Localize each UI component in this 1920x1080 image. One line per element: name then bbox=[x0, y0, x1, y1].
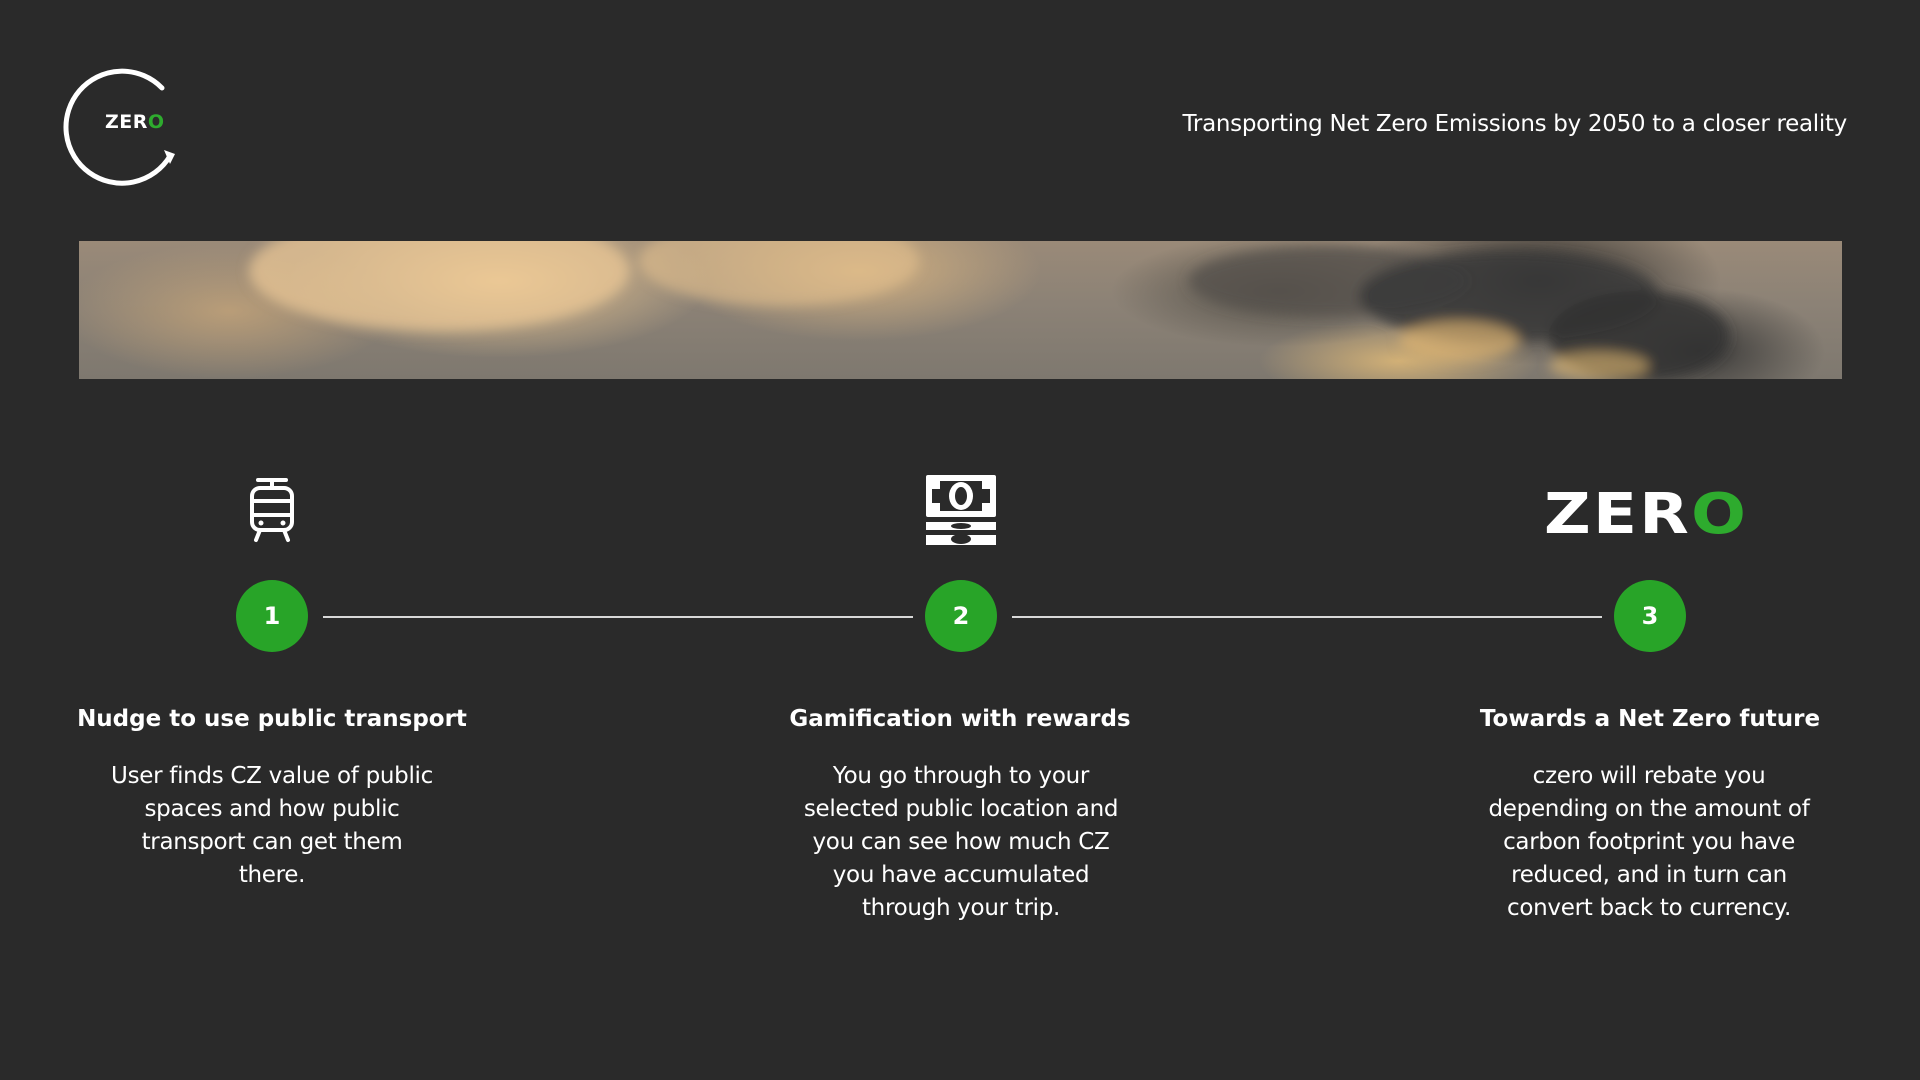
connector-line bbox=[1012, 616, 1602, 618]
step-title-2: Gamification with rewards bbox=[789, 706, 1131, 732]
smoke-clouds-banner bbox=[79, 241, 1842, 379]
money-icon bbox=[924, 473, 998, 547]
step-title-1: Nudge to use public transport bbox=[77, 706, 467, 732]
step-number-1: 1 bbox=[236, 580, 308, 652]
tram-icon bbox=[248, 477, 296, 543]
smoke-clouds-image bbox=[249, 241, 1729, 379]
step-title-3: Towards a Net Zero future bbox=[1479, 706, 1821, 732]
logo-text: ZERO bbox=[105, 111, 165, 133]
step-number-2: 2 bbox=[925, 580, 997, 652]
step-description-3: czero will rebate you depending on the a… bbox=[1488, 763, 1810, 921]
zero-logo-icon: ZERO bbox=[1544, 482, 1749, 547]
tagline: Transporting Net Zero Emissions by 2050 … bbox=[1182, 111, 1848, 137]
czero-logo[interactable]: ZERO bbox=[60, 66, 190, 186]
page: ZERO Transporting Net Zero Emissions by … bbox=[0, 0, 1920, 1080]
step-description-1: User finds CZ value of public spaces and… bbox=[111, 763, 433, 888]
connector-line bbox=[323, 616, 913, 618]
step-number-3: 3 bbox=[1614, 580, 1686, 652]
step-description-2: You go through to your selected public l… bbox=[803, 763, 1119, 921]
